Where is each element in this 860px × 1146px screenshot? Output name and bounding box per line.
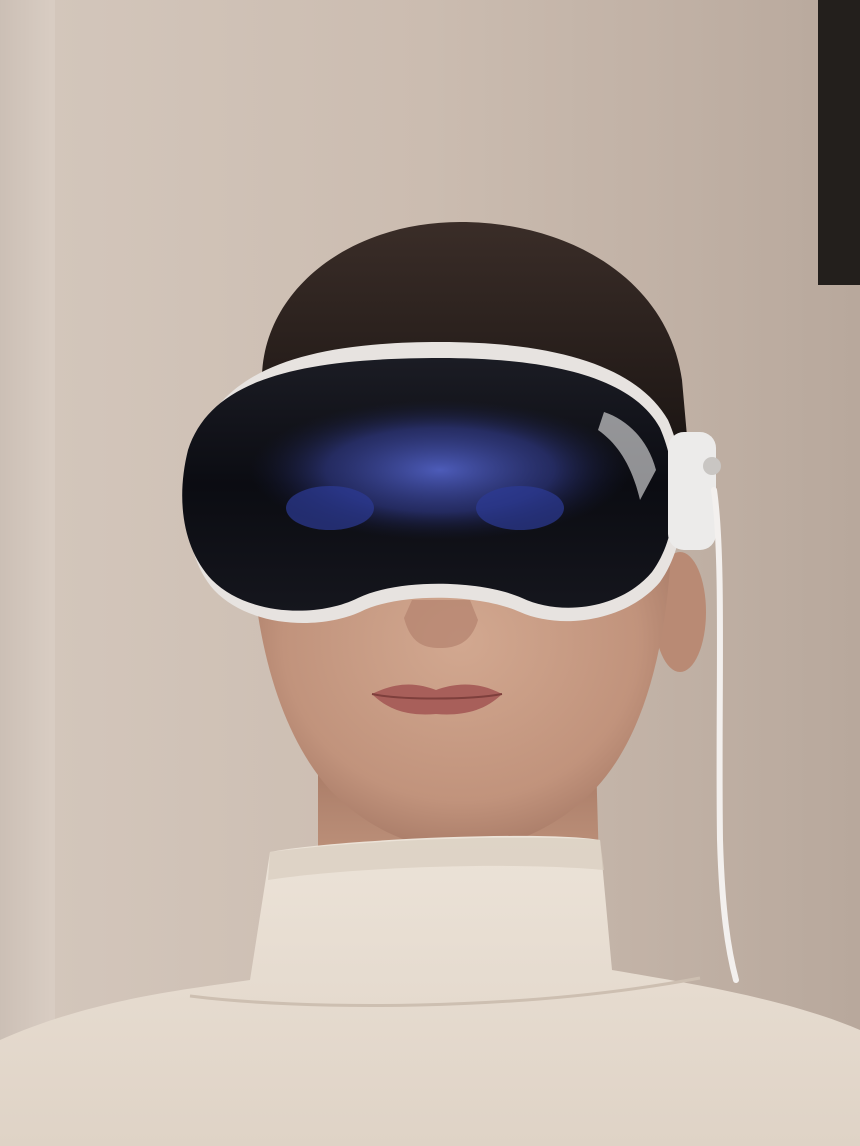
visor-eye-right <box>476 486 564 530</box>
visor-eye-left <box>286 486 374 530</box>
wall-edge-highlight <box>0 0 55 1146</box>
wall-frame <box>818 0 860 285</box>
headset-power-knob <box>703 457 721 475</box>
photo-illustration <box>0 0 860 1146</box>
photo-scene <box>0 0 860 1146</box>
headset-strap-connector <box>668 432 716 550</box>
